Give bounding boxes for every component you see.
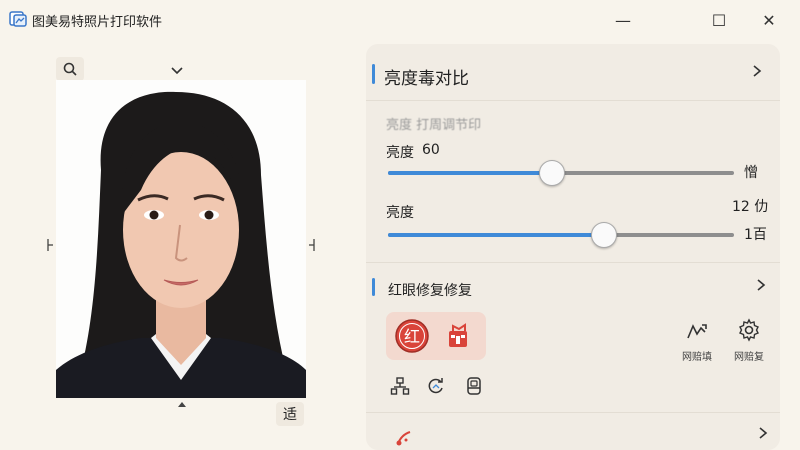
chevron-right-icon[interactable] bbox=[752, 64, 762, 78]
divider bbox=[366, 100, 780, 101]
brush-icon[interactable] bbox=[394, 428, 414, 448]
side-tool-label: 网赔复 bbox=[734, 352, 764, 363]
eraser-icon[interactable] bbox=[464, 376, 484, 396]
minimize-button[interactable]: — bbox=[600, 0, 646, 40]
chevron-right-icon[interactable] bbox=[756, 278, 766, 292]
redeye-tool-button[interactable]: 红 bbox=[392, 316, 432, 356]
slider2-top-right-label: 12 仂 bbox=[732, 199, 769, 215]
fit-button-label: 适 bbox=[283, 407, 297, 423]
fit-button[interactable]: 适 bbox=[276, 402, 304, 426]
slider2-end-label: 1百 bbox=[744, 227, 767, 243]
maximize-icon: ☐ bbox=[711, 10, 727, 30]
gear-icon bbox=[739, 318, 759, 342]
slider2-label: 亮度 bbox=[386, 205, 414, 221]
side-tool-settings[interactable]: 网赔复 bbox=[722, 318, 776, 363]
divider bbox=[366, 262, 780, 263]
zoom-button[interactable] bbox=[56, 57, 84, 81]
portrait-image bbox=[56, 80, 306, 398]
maximize-button[interactable]: ☐ bbox=[696, 0, 742, 40]
contrast-slider-track[interactable] bbox=[388, 222, 734, 248]
brightness-section-title: 亮度毒对比 bbox=[384, 69, 469, 89]
crop-handle-right-icon[interactable] bbox=[308, 238, 316, 252]
search-icon bbox=[63, 62, 77, 76]
redeye-alt-tool-button[interactable] bbox=[438, 316, 478, 356]
chevron-up-icon[interactable] bbox=[176, 399, 188, 409]
chevron-down-icon[interactable] bbox=[170, 66, 184, 76]
brightness-section-header[interactable]: 亮度毒对比 bbox=[366, 44, 780, 100]
chevron-right-icon[interactable] bbox=[758, 426, 768, 440]
brightness-slider-fill bbox=[388, 171, 551, 175]
refresh-icon[interactable] bbox=[426, 376, 446, 396]
section-accent bbox=[372, 64, 375, 84]
eye-brush-icon bbox=[449, 323, 467, 347]
redeye-tool-group: 红 bbox=[386, 312, 486, 360]
title-bar: 图美易特照片打印软件 — ☐ ✕ bbox=[0, 0, 800, 40]
close-icon: ✕ bbox=[762, 10, 776, 30]
section-accent bbox=[372, 278, 375, 296]
side-tool-wave[interactable]: 网赔填 bbox=[670, 320, 724, 363]
brightness-slider-thumb[interactable] bbox=[538, 160, 565, 186]
slider1-label: 亮度 bbox=[386, 145, 414, 161]
crop-handle-left-icon[interactable] bbox=[46, 238, 54, 252]
brightness-sub-label: 亮度 打周调节印 bbox=[386, 118, 482, 133]
contrast-slider-thumb[interactable] bbox=[590, 222, 617, 248]
wave-arrow-icon bbox=[687, 324, 707, 339]
side-tool-label: 网赔填 bbox=[682, 352, 712, 363]
app-logo-icon bbox=[9, 11, 27, 27]
contrast-slider-fill bbox=[388, 233, 603, 237]
redeye-section-title: 红眼修复修复 bbox=[388, 283, 472, 299]
close-button[interactable]: ✕ bbox=[746, 0, 792, 40]
minimize-icon: — bbox=[615, 10, 631, 30]
redeye-badge-glyph: 红 bbox=[404, 327, 420, 346]
tree-structure-icon[interactable] bbox=[390, 376, 410, 396]
slider1-end-label: 憎 bbox=[744, 165, 758, 181]
window-title: 图美易特照片打印软件 bbox=[32, 15, 163, 30]
slider1-value: 60 bbox=[422, 142, 440, 158]
adjustment-panel: 亮度毒对比 亮度 打周调节印 亮度 60 憎 亮度 12 仂 1百 红眼修复修复 bbox=[366, 44, 780, 450]
divider bbox=[366, 412, 780, 413]
redeye-section-header[interactable]: 红眼修复修复 bbox=[366, 266, 780, 306]
portrait-photo bbox=[56, 80, 306, 398]
preview-area: 适 bbox=[0, 40, 350, 450]
redeye-badge-icon: 红 bbox=[395, 319, 429, 353]
brightness-slider-track[interactable] bbox=[388, 160, 734, 186]
